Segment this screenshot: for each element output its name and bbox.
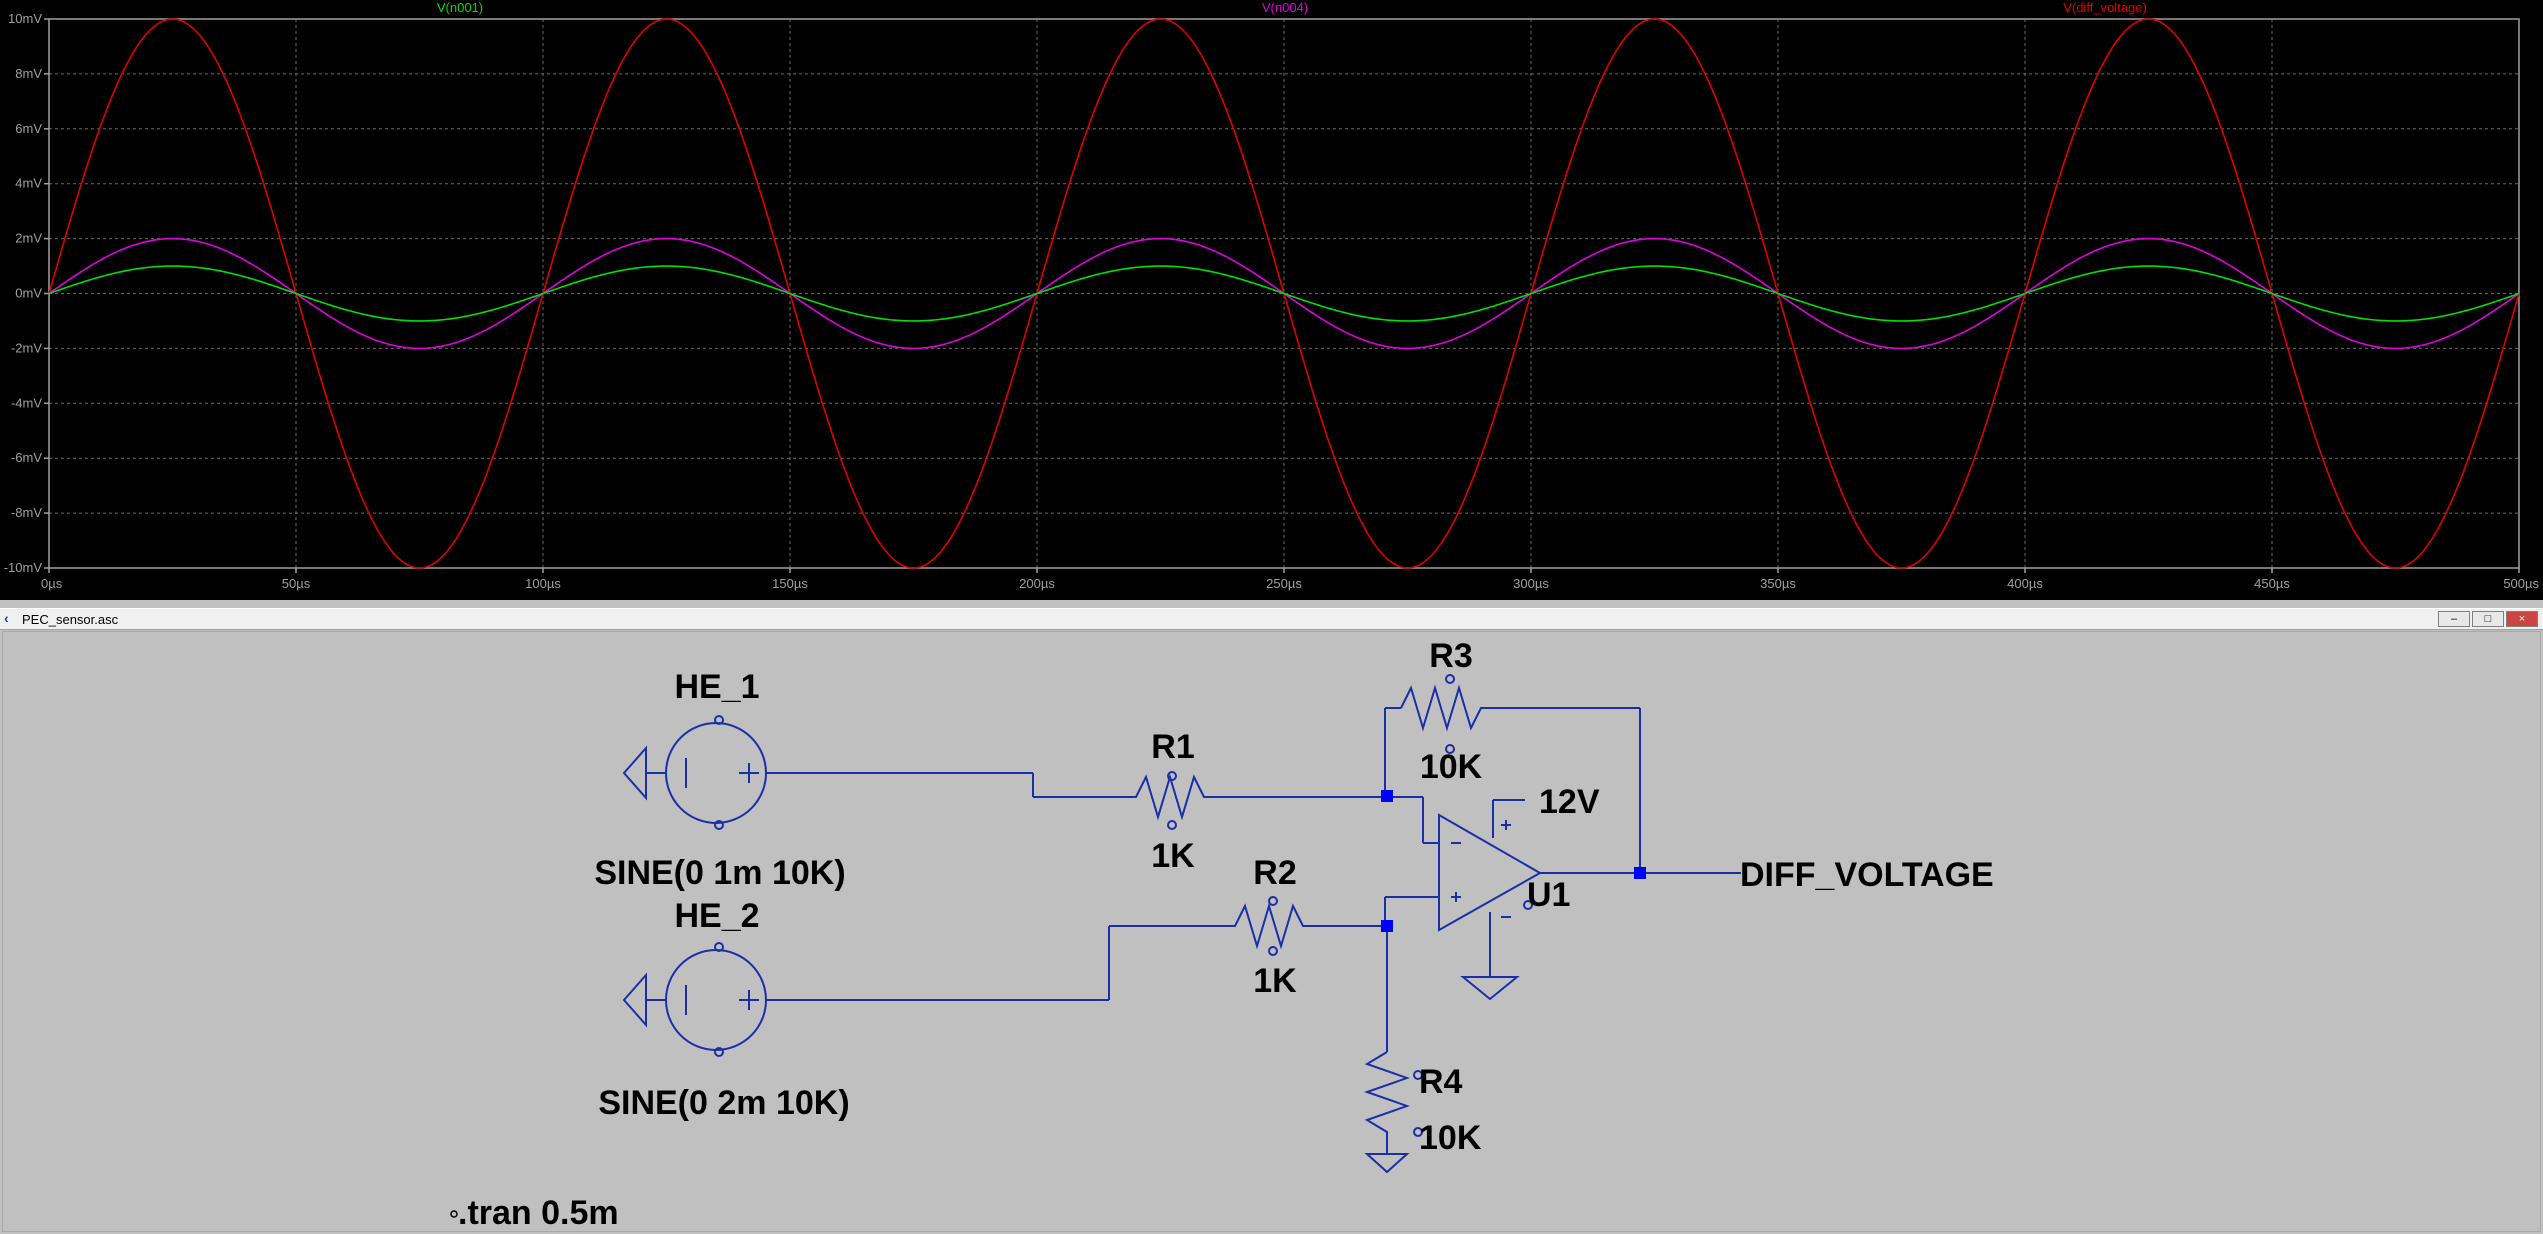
minimize-button[interactable]: – <box>2438 611 2470 627</box>
r2-name-label: R2 <box>1253 854 1296 892</box>
r3-name-label: R3 <box>1429 637 1472 675</box>
x-tick-label: 450µs <box>2254 576 2290 591</box>
he1-name-label: HE_1 <box>674 668 759 706</box>
maximize-button[interactable]: □ <box>2472 611 2504 627</box>
resistor-r2[interactable] <box>1225 896 1385 956</box>
y-tick-label: 8mV <box>15 66 42 81</box>
resistor-r1[interactable] <box>1126 771 1383 830</box>
r2-value-label[interactable]: 1K <box>1253 962 1297 1000</box>
r1-value-label[interactable]: 1K <box>1151 837 1195 875</box>
y-tick-label: 0mV <box>15 286 42 301</box>
ltspice-app-icon: ‹ <box>4 610 9 626</box>
x-tick-label: 400µs <box>2007 576 2043 591</box>
waveform-plot[interactable]: 10mV 8mV 6mV 4mV 2mV 0mV -2mV -4mV -6mV -8mV -10mV… <box>0 0 2543 600</box>
x-tick-label: 0µs <box>41 576 63 591</box>
window-titlebar[interactable]: ‹ PEC_sensor.asc – □ × <box>0 609 2543 630</box>
window-title: PEC_sensor.asc <box>22 612 119 627</box>
r4-value-label[interactable]: 10K <box>1419 1119 1482 1157</box>
y-tick-label: 10mV <box>8 11 42 26</box>
r3-value-label[interactable]: 10K <box>1420 748 1483 786</box>
y-tick-label: 4mV <box>15 176 42 191</box>
x-tick-label: 100µs <box>525 576 561 591</box>
y-tick-label: -8mV <box>11 505 42 520</box>
u1-name-label: U1 <box>1527 876 1570 914</box>
close-button[interactable]: × <box>2506 611 2538 627</box>
plot-axes: 10mV 8mV 6mV 4mV 2mV 0mV -2mV -4mV -6mV -8mV -10mV… <box>4 11 2540 591</box>
plot-legend[interactable]: V(n001) V(n004) V(diff_voltage) <box>437 0 2147 15</box>
x-tick-label: 150µs <box>772 576 808 591</box>
diff-voltage-net-label[interactable]: DIFF_VOLTAGE <box>1740 856 1994 894</box>
supply-12v-label[interactable]: 12V <box>1539 783 1600 821</box>
trace-legend-label[interactable]: V(n001) <box>437 0 483 15</box>
voltage-source-he1[interactable] <box>622 715 1126 830</box>
trace-legend-label[interactable]: V(n004) <box>1262 0 1308 15</box>
x-tick-label: 300µs <box>1513 576 1549 591</box>
x-tick-label: 350µs <box>1760 576 1796 591</box>
he2-value-label[interactable]: SINE(0 2m 10K) <box>598 1084 849 1122</box>
directive-anchor <box>450 1210 458 1218</box>
y-tick-label: -4mV <box>11 395 42 410</box>
y-tick-label: 2mV <box>15 231 42 246</box>
he2-name-label: HE_2 <box>674 897 759 935</box>
x-tick-label: 200µs <box>1019 576 1055 591</box>
plot-traces <box>48 18 2520 569</box>
trace-v-n001 <box>48 265 2520 322</box>
x-tick-label: 250µs <box>1266 576 1302 591</box>
y-tick-label: -10mV <box>4 560 43 575</box>
x-tick-label: 500µs <box>2503 576 2539 591</box>
x-tick-label: 50µs <box>282 576 311 591</box>
he1-value-label[interactable]: SINE(0 1m 10K) <box>594 854 845 892</box>
trace-legend-label[interactable]: V(diff_voltage) <box>2063 0 2147 15</box>
y-tick-label: -6mV <box>11 450 42 465</box>
tran-directive[interactable]: .tran 0.5m <box>458 1194 619 1231</box>
schematic-window[interactable]: ‹ PEC_sensor.asc – □ × HE_1 SINE(0 1m 10… <box>0 608 2543 1234</box>
r1-name-label: R1 <box>1151 728 1194 766</box>
junction-nodes <box>1381 790 1646 932</box>
voltage-source-he2[interactable] <box>622 925 1225 1057</box>
r4-name-label: R4 <box>1419 1063 1463 1101</box>
y-tick-label: 6mV <box>15 121 42 136</box>
y-tick-label: -2mV <box>11 340 42 355</box>
schematic-canvas[interactable]: HE_1 SINE(0 1m 10K) HE_2 SINE(0 2m 10K) … <box>2 631 2541 1232</box>
resistor-r4[interactable] <box>1363 926 1423 1174</box>
waveform-plot-pane[interactable]: 10mV 8mV 6mV 4mV 2mV 0mV -2mV -4mV -6mV -8mV -10mV… <box>0 0 2543 600</box>
